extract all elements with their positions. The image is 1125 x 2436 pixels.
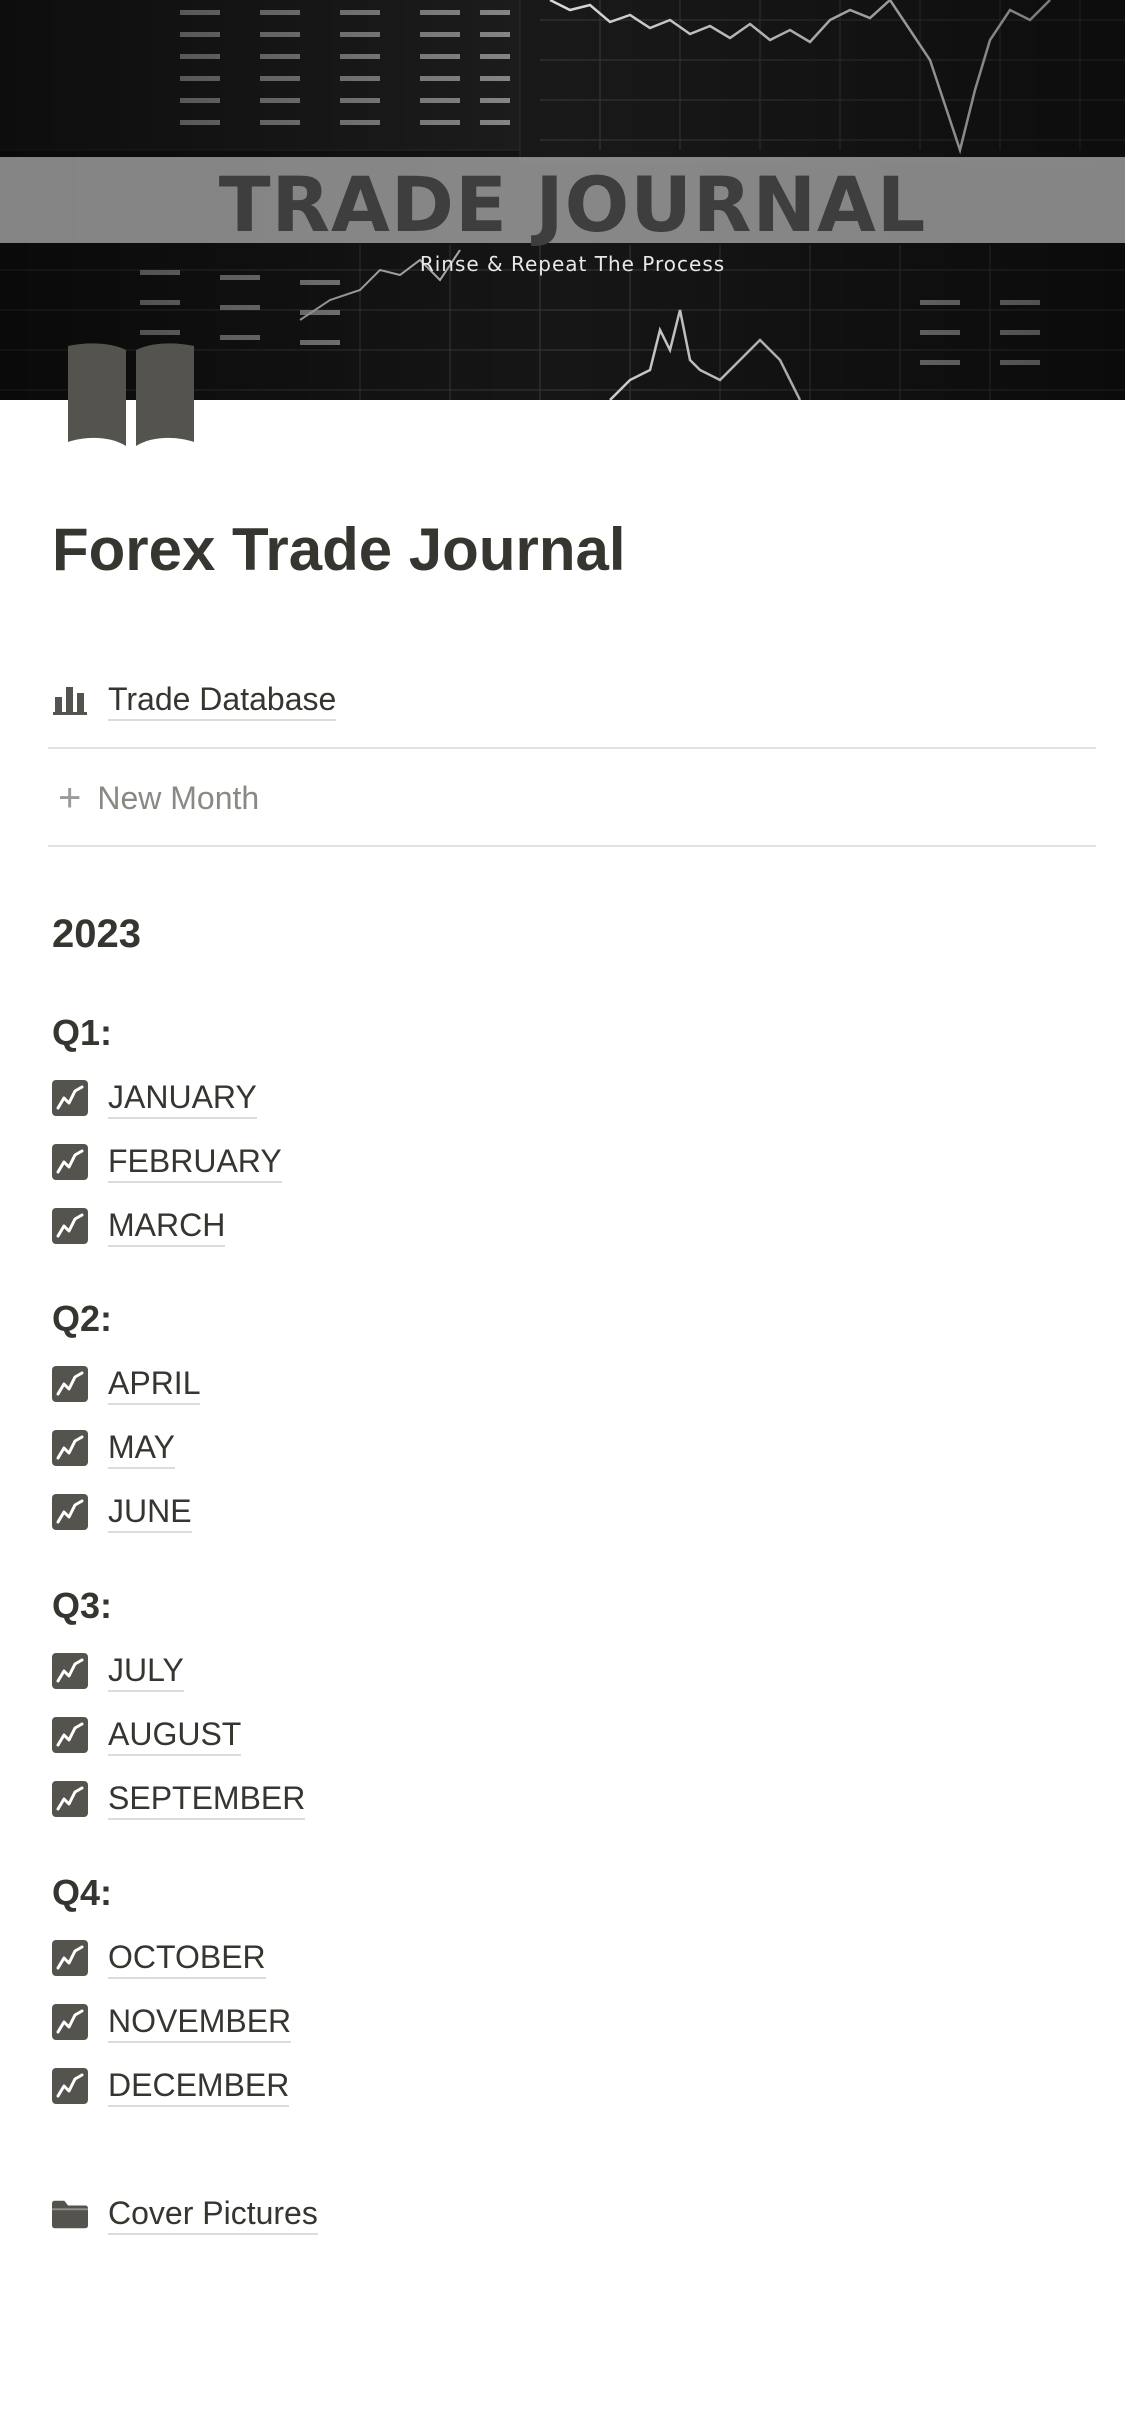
new-month-label: New Month [97, 779, 260, 816]
divider [48, 845, 1096, 847]
bar-chart-icon [52, 682, 88, 718]
chart-increasing-icon [52, 1366, 88, 1402]
month-link-january[interactable]: JANUARY [52, 1076, 257, 1120]
chart-increasing-icon [52, 1653, 88, 1689]
quarter-heading: Q2: [52, 1298, 113, 1339]
month-label: NOVEMBER [108, 2001, 292, 2043]
year-heading: 2023 [52, 912, 141, 956]
quarter-heading: Q4: [52, 1872, 113, 1913]
month-link-november[interactable]: NOVEMBER [52, 2000, 292, 2044]
month-link-may[interactable]: MAY [52, 1426, 175, 1470]
page-title[interactable]: Forex Trade Journal [52, 512, 626, 588]
month-link-july[interactable]: JULY [52, 1649, 184, 1693]
new-month-button[interactable]: + New Month [58, 776, 259, 820]
chart-increasing-icon [52, 1208, 88, 1244]
month-label: APRIL [108, 1363, 201, 1405]
chart-increasing-icon [52, 1781, 88, 1817]
month-link-march[interactable]: MARCH [52, 1204, 226, 1248]
chart-increasing-icon [52, 1940, 88, 1976]
month-label: FEBRUARY [108, 1141, 282, 1183]
month-label: OCTOBER [108, 1937, 266, 1979]
month-link-october[interactable]: OCTOBER [52, 1936, 266, 1980]
chart-increasing-icon [52, 1144, 88, 1180]
chart-increasing-icon [52, 2004, 88, 2040]
month-link-february[interactable]: FEBRUARY [52, 1140, 282, 1184]
month-label: MARCH [108, 1205, 226, 1247]
month-label: AUGUST [108, 1714, 242, 1756]
cover-pictures-label: Cover Pictures [108, 2193, 318, 2235]
month-link-august[interactable]: AUGUST [52, 1713, 242, 1757]
month-label: JULY [108, 1650, 184, 1692]
month-label: JANUARY [108, 1077, 257, 1119]
month-label: JUNE [108, 1491, 192, 1533]
chart-increasing-icon [52, 1430, 88, 1466]
cover-subtitle: Rinse & Repeat The Process [419, 252, 726, 276]
month-link-september[interactable]: SEPTEMBER [52, 1777, 306, 1821]
trade-database-label: Trade Database [108, 679, 337, 721]
month-label: MAY [108, 1427, 175, 1469]
quarter-heading: Q3: [52, 1585, 113, 1626]
chart-increasing-icon [52, 1080, 88, 1116]
folder-icon [52, 2196, 88, 2232]
month-link-june[interactable]: JUNE [52, 1490, 192, 1534]
open-book-icon[interactable] [66, 340, 196, 450]
chart-increasing-icon [52, 2068, 88, 2104]
chart-increasing-icon [52, 1494, 88, 1530]
cover-title: TRADE JOURNAL [218, 160, 927, 249]
plus-icon: + [58, 776, 82, 820]
trade-database-link[interactable]: Trade Database [52, 678, 337, 722]
cover-pictures-link[interactable]: Cover Pictures [52, 2192, 318, 2236]
month-label: DECEMBER [108, 2065, 290, 2107]
month-label: SEPTEMBER [108, 1778, 306, 1820]
quarter-heading: Q1: [52, 1012, 113, 1053]
month-link-april[interactable]: APRIL [52, 1362, 201, 1406]
month-link-december[interactable]: DECEMBER [52, 2064, 290, 2108]
chart-increasing-icon [52, 1717, 88, 1753]
divider [48, 747, 1096, 749]
